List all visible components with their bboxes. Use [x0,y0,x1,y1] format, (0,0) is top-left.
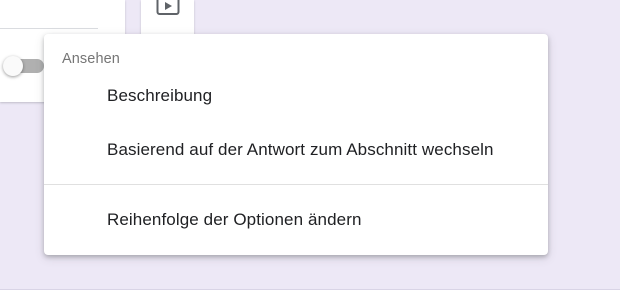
menu-header: Ansehen [62,51,120,67]
menu-divider [44,184,548,185]
menu-item-shuffle-options[interactable]: Reihenfolge der Optionen ändern [44,200,548,240]
toggle-thumb [3,56,23,76]
side-toolbar [141,0,194,34]
card-divider [0,28,98,29]
menu-item-label: Beschreibung [107,86,213,105]
video-icon[interactable] [156,0,180,16]
menu-item-description[interactable]: Beschreibung [44,76,548,116]
context-menu: Ansehen Beschreibung Basierend auf der A… [44,34,548,255]
menu-item-go-to-section[interactable]: Basierend auf der Antwort zum Abschnitt … [44,130,548,170]
required-toggle[interactable] [2,56,44,77]
menu-item-label: Reihenfolge der Optionen ändern [107,210,362,229]
menu-item-label: Basierend auf der Antwort zum Abschnitt … [107,140,494,159]
